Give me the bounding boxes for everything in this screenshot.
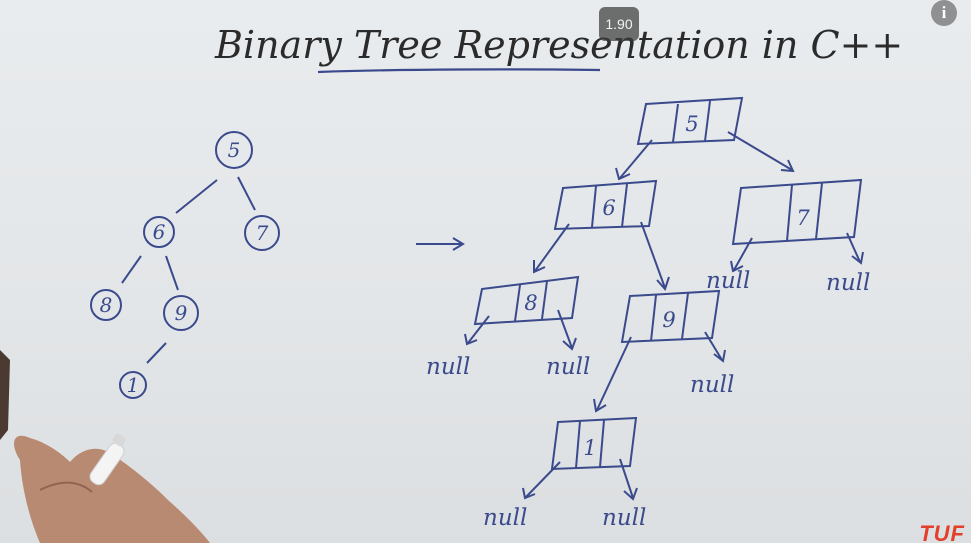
playback-speed-badge: 1.90 [599, 7, 639, 41]
tree-node-left-right: 9 [175, 301, 188, 325]
tree-node-root: 5 [228, 138, 241, 162]
memory-nodes [473, 96, 863, 471]
null-label-1-left: null [483, 505, 527, 531]
null-label-7-left: null [706, 268, 750, 294]
null-label-8-left: null [426, 354, 470, 380]
memory-node-1-value: 1 [583, 436, 596, 460]
null-label-8-right: null [546, 354, 590, 380]
null-labels: null null null null null null null [426, 268, 870, 531]
transform-arrow [416, 237, 465, 251]
null-label-1-right: null [602, 505, 646, 531]
title-underline [317, 68, 601, 74]
null-label-7-right: null [826, 270, 870, 296]
presenter-hand [0, 350, 211, 543]
memory-node-8-value: 8 [524, 291, 537, 315]
channel-watermark: TUF [919, 521, 965, 543]
tree-node-left-left: 8 [100, 293, 113, 317]
info-icon[interactable]: i [931, 0, 957, 26]
memory-node-7-value: 7 [796, 206, 810, 230]
tree-node-right: 7 [256, 221, 269, 245]
tree-node-left: 6 [153, 220, 166, 244]
memory-node-5-value: 5 [685, 112, 698, 136]
memory-node-values: 5 6 7 8 9 1 [524, 112, 810, 460]
null-label-9-right: null [690, 372, 734, 398]
memory-node-6-value: 6 [602, 196, 615, 220]
memory-node-9-value: 9 [662, 308, 675, 332]
page-title: Binary Tree Representation in C++ [214, 23, 903, 67]
